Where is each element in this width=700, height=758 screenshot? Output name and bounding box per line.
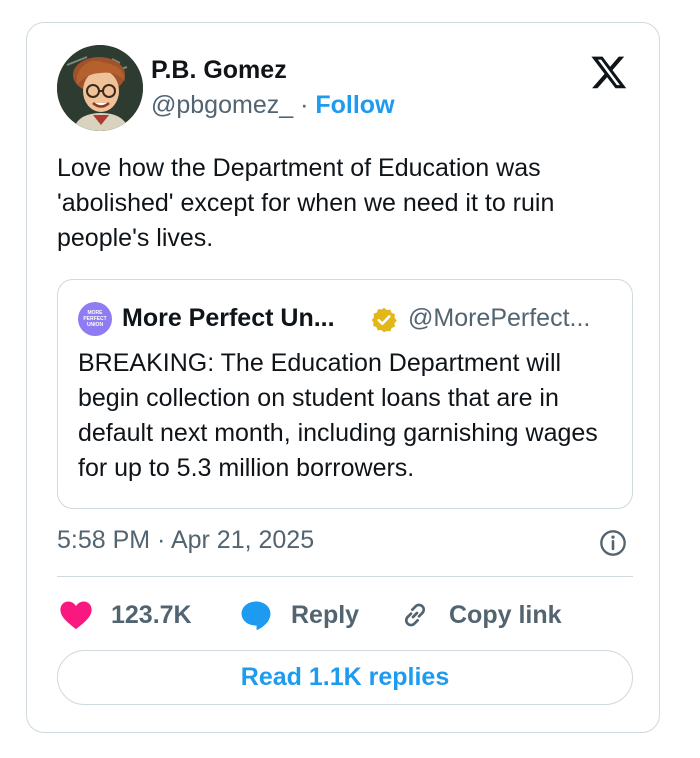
tweet-text: Love how the Department of Education was… [57,154,555,252]
like-button[interactable]: 123.7K [59,595,192,635]
heart-icon [60,601,92,630]
copy-link-button[interactable]: Copy link [399,595,562,635]
author-name[interactable]: P.B. Gomez [151,56,287,85]
copy-link-label: Copy link [449,600,562,629]
author-handle-row: @pbgomez_ · Follow [151,91,395,120]
verified-badge-icon [371,307,397,333]
quoted-author-handle[interactable]: @MorePerfect... [408,304,590,333]
author-handle[interactable]: @pbgomez_ [151,91,293,119]
tweet-timestamp[interactable]: 5:58 PM · Apr 21, 2025 [57,526,314,555]
tweet-card: P.B. Gomez @pbgomez_ · Follow Love how t… [26,22,660,733]
reply-label: Reply [291,600,360,629]
read-replies-label: Read 1.1K replies [240,663,450,691]
likes-count: 123.7K [111,600,192,629]
reply-button[interactable]: Reply [239,595,359,635]
x-logo-icon[interactable] [589,53,629,91]
quoted-avatar[interactable]: MORE PERFECT UNION [78,302,112,336]
quoted-author-name[interactable]: More Perfect Un... [122,304,335,333]
quoted-tweet[interactable]: MORE PERFECT UNION More Perfect Un... @M… [57,279,633,509]
read-replies-button[interactable]: Read 1.1K replies [57,650,633,705]
quoted-text: BREAKING: The Education Department will … [78,349,598,482]
link-icon [404,603,426,627]
follow-button[interactable]: Follow [315,91,394,119]
info-icon[interactable] [599,529,627,557]
divider [57,576,633,577]
handle-separator: · [300,91,309,119]
reply-bubble-icon [241,601,271,631]
author-avatar[interactable] [57,45,143,131]
